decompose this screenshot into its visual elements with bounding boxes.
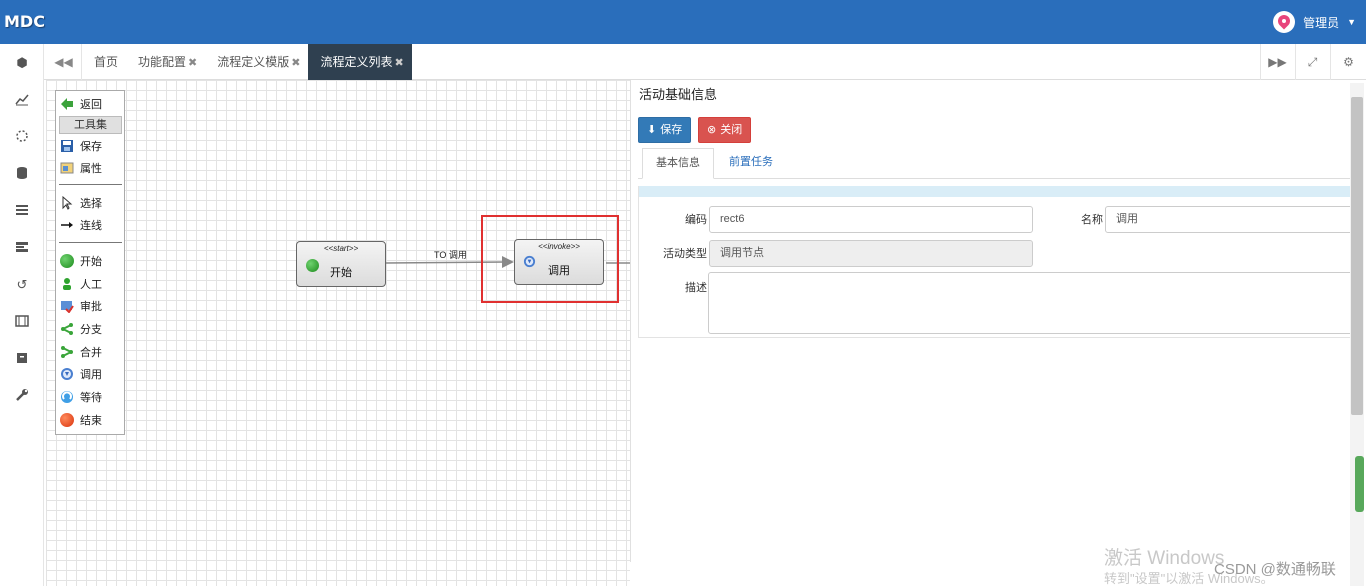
tab-pre-tasks[interactable]: 前置任务 bbox=[716, 148, 786, 179]
chevron-down-icon: ▼ bbox=[1347, 17, 1356, 27]
tab-scroll-right-icon[interactable]: ▶▶ bbox=[1260, 44, 1294, 80]
node-label: 开始 bbox=[330, 267, 352, 279]
close-button[interactable]: ⊗ 关闭 bbox=[698, 117, 752, 143]
line-chart-icon[interactable] bbox=[14, 92, 30, 108]
close-icon[interactable]: ✖ bbox=[291, 57, 300, 69]
user-menu[interactable]: 管理员 ▼ bbox=[1273, 11, 1356, 33]
activate-windows-watermark: 激活 Windows bbox=[1104, 548, 1225, 569]
tab-label: 流程定义模版 bbox=[217, 55, 290, 69]
film-icon[interactable] bbox=[14, 314, 30, 330]
close-icon[interactable]: ✖ bbox=[188, 57, 197, 69]
gear-icon[interactable]: ⚙ bbox=[1330, 44, 1366, 80]
edge-label: TO 调用 bbox=[434, 250, 467, 260]
tab-function-config[interactable]: 功能配置 ✖ bbox=[126, 44, 205, 80]
code-input[interactable]: rect6 bbox=[709, 206, 1033, 233]
description-label: 描述 bbox=[685, 282, 707, 294]
start-node[interactable]: <<start>> 开始 bbox=[296, 241, 386, 287]
spinner-icon[interactable] bbox=[14, 129, 30, 145]
tab-label: 流程定义列表 bbox=[320, 55, 393, 69]
tab-scroll-left-icon[interactable]: ◀◀ bbox=[46, 44, 82, 80]
name-input[interactable]: 调用 bbox=[1105, 206, 1353, 233]
page-tabs: 首页 功能配置 ✖ 流程定义模版 ✖ 流程定义列表 ✖ bbox=[82, 44, 412, 80]
cube-icon[interactable]: ⬢ bbox=[14, 55, 30, 71]
selection-highlight bbox=[481, 215, 619, 303]
close-button-label: 关闭 bbox=[720, 124, 743, 136]
tab-home[interactable]: 首页 bbox=[82, 44, 126, 80]
database-icon[interactable] bbox=[14, 166, 30, 182]
panel-title: 活动基础信息 bbox=[639, 87, 718, 102]
tasks-icon[interactable] bbox=[14, 240, 30, 256]
download-icon: ⬇ bbox=[647, 124, 657, 136]
node-stereotype: <<start>> bbox=[323, 244, 359, 253]
app-brand[interactable]: MDC bbox=[4, 12, 45, 31]
left-sidebar: ⬢ ↺ bbox=[0, 44, 44, 586]
csdn-watermark: CSDN @数通畅联 bbox=[1214, 561, 1336, 578]
tab-basic-info[interactable]: 基本信息 bbox=[642, 148, 714, 179]
diagram-canvas[interactable]: 返回 工具集 保存 属性 选择 连线 开始 人工 审批 分支 合并 调用 等待 … bbox=[46, 80, 630, 586]
tab-label: 功能配置 bbox=[138, 55, 187, 69]
save-button-label: 保存 bbox=[660, 124, 683, 136]
scroll-indicator[interactable] bbox=[1355, 456, 1364, 512]
history-icon[interactable]: ↺ bbox=[14, 277, 30, 293]
archive-icon[interactable] bbox=[14, 351, 30, 367]
tab-process-template[interactable]: 流程定义模版 ✖ bbox=[205, 44, 308, 80]
activity-info-panel: 活动基础信息 ⬇ 保存 ⊗ 关闭 基本信息 前置任务 编码 rect6 名称 调… bbox=[630, 80, 1366, 562]
top-navbar: MDC 管理员 ▼ bbox=[0, 0, 1366, 44]
scrollbar-thumb[interactable] bbox=[1351, 97, 1363, 415]
description-textarea[interactable] bbox=[708, 272, 1353, 334]
name-label: 名称 bbox=[1081, 214, 1103, 226]
tab-strip: ◀◀ 首页 功能配置 ✖ 流程定义模版 ✖ 流程定义列表 ✖ ▶▶ ⤢ ⚙ bbox=[44, 44, 1366, 80]
save-button[interactable]: ⬇ 保存 bbox=[638, 117, 692, 143]
user-avatar-icon bbox=[1273, 11, 1296, 33]
user-name: 管理员 bbox=[1303, 15, 1340, 30]
activity-type-input[interactable]: 调用节点 bbox=[709, 240, 1033, 267]
list-icon[interactable] bbox=[14, 203, 30, 219]
form-header-band bbox=[639, 186, 1351, 197]
form-tabs: 基本信息 前置任务 bbox=[638, 148, 1352, 179]
close-circle-icon: ⊗ bbox=[707, 124, 717, 136]
basic-info-form: 编码 rect6 名称 调用 活动类型 调用节点 描述 bbox=[638, 186, 1353, 338]
activity-type-label: 活动类型 bbox=[663, 248, 707, 260]
code-label: 编码 bbox=[685, 214, 707, 226]
diagram-edges bbox=[385, 256, 630, 268]
tab-process-list[interactable]: 流程定义列表 ✖ bbox=[308, 44, 412, 80]
tab-label: 首页 bbox=[94, 55, 119, 69]
wrench-icon[interactable] bbox=[14, 388, 30, 404]
fullscreen-icon[interactable]: ⤢ bbox=[1295, 44, 1329, 80]
close-icon[interactable]: ✖ bbox=[395, 57, 404, 69]
